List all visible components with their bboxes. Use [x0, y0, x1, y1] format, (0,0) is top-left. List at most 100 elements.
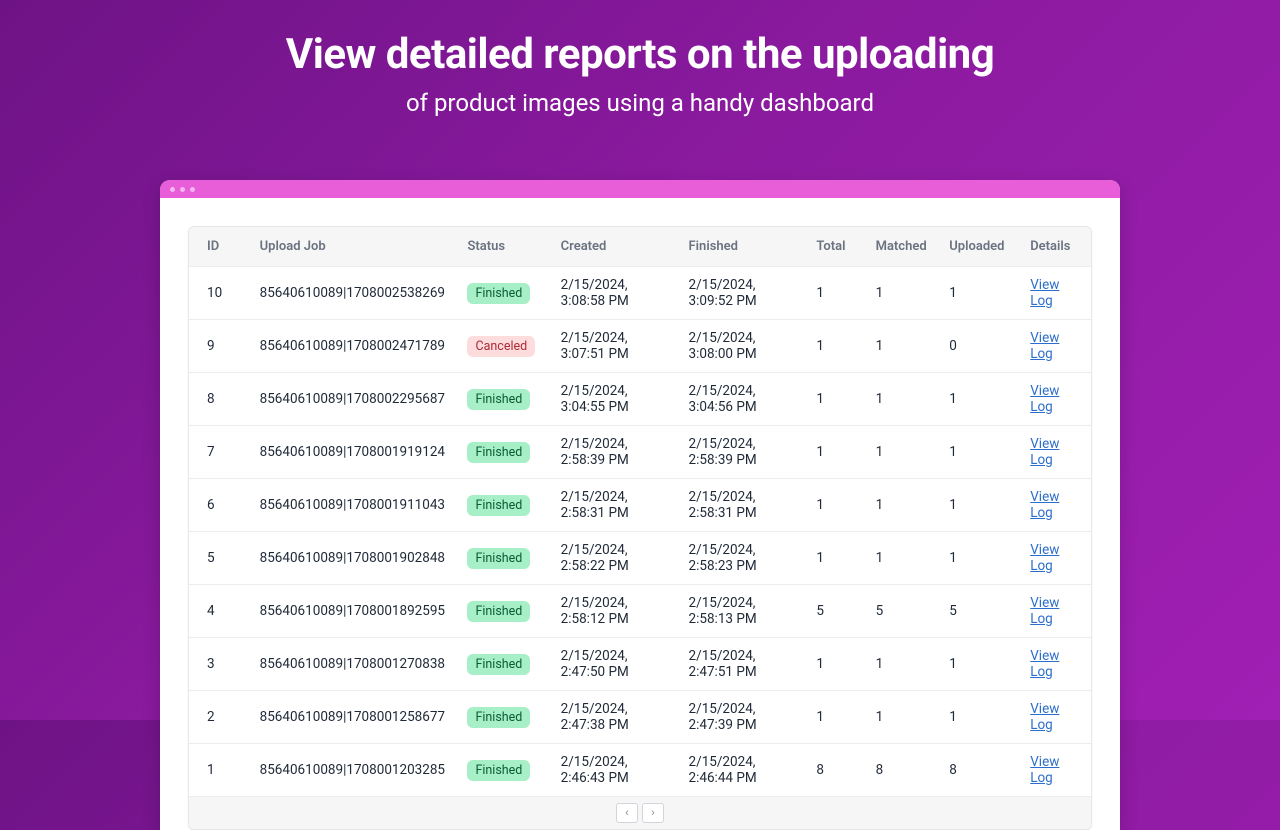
view-log-link[interactable]: View Log — [1030, 542, 1059, 574]
cell-uploaded: 1 — [939, 426, 1020, 479]
cell-uploaded: 0 — [939, 320, 1020, 373]
status-badge: Finished — [467, 389, 530, 410]
view-log-link[interactable]: View Log — [1030, 436, 1059, 468]
cell-uploaded: 1 — [939, 691, 1020, 744]
view-log-link[interactable]: View Log — [1030, 754, 1059, 786]
cell-job: 85640610089|1708001258677 — [250, 691, 458, 744]
header-total: Total — [806, 227, 865, 267]
cell-created: 2/15/2024, 3:04:55 PM — [551, 373, 679, 426]
table-row: 385640610089|1708001270838Finished2/15/2… — [189, 638, 1091, 691]
view-log-link[interactable]: View Log — [1030, 277, 1059, 309]
hero-title: View detailed reports on the uploading — [0, 30, 1280, 79]
cell-matched: 1 — [866, 320, 940, 373]
hero-subtitle: of product images using a handy dashboar… — [0, 89, 1280, 117]
view-log-link[interactable]: View Log — [1030, 383, 1059, 415]
window-titlebar — [160, 180, 1120, 198]
view-log-link[interactable]: View Log — [1030, 595, 1059, 627]
cell-status: Finished — [457, 691, 550, 744]
cell-total: 1 — [806, 320, 865, 373]
view-log-link[interactable]: View Log — [1030, 648, 1059, 680]
cell-total: 8 — [806, 744, 865, 797]
cell-created: 2/15/2024, 2:58:22 PM — [551, 532, 679, 585]
table-row: 1085640610089|1708002538269Finished2/15/… — [189, 267, 1091, 320]
table-row: 485640610089|1708001892595Finished2/15/2… — [189, 585, 1091, 638]
window-dot-icon — [190, 187, 195, 192]
window-dot-icon — [170, 187, 175, 192]
cell-id: 1 — [189, 744, 250, 797]
view-log-link[interactable]: View Log — [1030, 330, 1059, 362]
pager-prev-button[interactable]: ‹ — [616, 803, 638, 823]
cell-job: 85640610089|1708001911043 — [250, 479, 458, 532]
cell-details: View Log — [1020, 320, 1091, 373]
cell-created: 2/15/2024, 3:07:51 PM — [551, 320, 679, 373]
header-uploaded: Uploaded — [939, 227, 1020, 267]
cell-status: Finished — [457, 373, 550, 426]
cell-id: 2 — [189, 691, 250, 744]
cell-finished: 2/15/2024, 2:47:39 PM — [679, 691, 807, 744]
cell-job: 85640610089|1708001270838 — [250, 638, 458, 691]
cell-finished: 2/15/2024, 2:47:51 PM — [679, 638, 807, 691]
cell-job: 85640610089|1708001892595 — [250, 585, 458, 638]
cell-uploaded: 1 — [939, 479, 1020, 532]
cell-id: 10 — [189, 267, 250, 320]
cell-uploaded: 5 — [939, 585, 1020, 638]
cell-finished: 2/15/2024, 2:46:44 PM — [679, 744, 807, 797]
cell-total: 1 — [806, 479, 865, 532]
cell-created: 2/15/2024, 2:47:50 PM — [551, 638, 679, 691]
cell-status: Finished — [457, 638, 550, 691]
cell-id: 8 — [189, 373, 250, 426]
cell-total: 1 — [806, 426, 865, 479]
cell-created: 2/15/2024, 2:46:43 PM — [551, 744, 679, 797]
cell-created: 2/15/2024, 2:58:31 PM — [551, 479, 679, 532]
cell-finished: 2/15/2024, 2:58:39 PM — [679, 426, 807, 479]
cell-matched: 1 — [866, 638, 940, 691]
table-row: 285640610089|1708001258677 Finished 2/15/2… — [189, 691, 1091, 744]
cell-id: 4 — [189, 585, 250, 638]
header-status: Status — [457, 227, 550, 267]
status-badge: Finished — [467, 760, 530, 781]
cell-matched: 1 — [866, 691, 940, 744]
cell-finished: 2/15/2024, 3:04:56 PM — [679, 373, 807, 426]
cell-job: 85640610089|1708001902848 — [250, 532, 458, 585]
status-badge: Finished — [467, 283, 530, 304]
jobs-table: ID Upload Job Status Created Finished To… — [189, 227, 1091, 796]
cell-total: 1 — [806, 638, 865, 691]
view-log-link[interactable]: View Log — [1030, 701, 1059, 733]
cell-status: Finished — [457, 479, 550, 532]
cell-details: View Log — [1020, 638, 1091, 691]
cell-uploaded: 1 — [939, 532, 1020, 585]
cell-uploaded: 1 — [939, 267, 1020, 320]
pagination: ‹ › — [189, 796, 1091, 829]
cell-total: 1 — [806, 373, 865, 426]
table-row: 985640610089|1708002471789 Canceled 2/15/2… — [189, 320, 1091, 373]
view-log-link[interactable]: View Log — [1030, 489, 1059, 521]
pager-next-button[interactable]: › — [642, 803, 664, 823]
cell-status: Finished — [457, 585, 550, 638]
table-row: 185640610089|1708001203285Finished2/15/2… — [189, 744, 1091, 797]
cell-id: 9 — [189, 320, 250, 373]
cell-details: View Log — [1020, 479, 1091, 532]
cell-details: View Log — [1020, 426, 1091, 479]
cell-job: 85640610089|1708002538269 — [250, 267, 458, 320]
cell-uploaded: 1 — [939, 638, 1020, 691]
cell-total: 1 — [806, 691, 865, 744]
cell-matched: 8 — [866, 744, 940, 797]
status-badge: Finished — [467, 442, 530, 463]
cell-job: 85640610089|1708002295687 — [250, 373, 458, 426]
status-badge: Finished — [467, 707, 530, 728]
cell-finished: 2/15/2024, 2:58:23 PM — [679, 532, 807, 585]
cell-matched: 1 — [866, 426, 940, 479]
cell-details: View Log — [1020, 267, 1091, 320]
cell-finished: 2/15/2024, 2:58:13 PM — [679, 585, 807, 638]
table-row: 685640610089|1708001911043Finished2/15/2… — [189, 479, 1091, 532]
cell-status: Canceled — [457, 320, 550, 373]
cell-created: 2/15/2024, 2:47:38 PM — [551, 691, 679, 744]
cell-finished: 2/15/2024, 2:58:31 PM — [679, 479, 807, 532]
cell-created: 2/15/2024, 2:58:39 PM — [551, 426, 679, 479]
status-badge: Finished — [467, 495, 530, 516]
hero: View detailed reports on the uploading o… — [0, 0, 1280, 117]
cell-id: 3 — [189, 638, 250, 691]
cell-created: 2/15/2024, 2:58:12 PM — [551, 585, 679, 638]
cell-job: 85640610089|1708002471789 — [250, 320, 458, 373]
status-badge: Canceled — [467, 336, 535, 357]
